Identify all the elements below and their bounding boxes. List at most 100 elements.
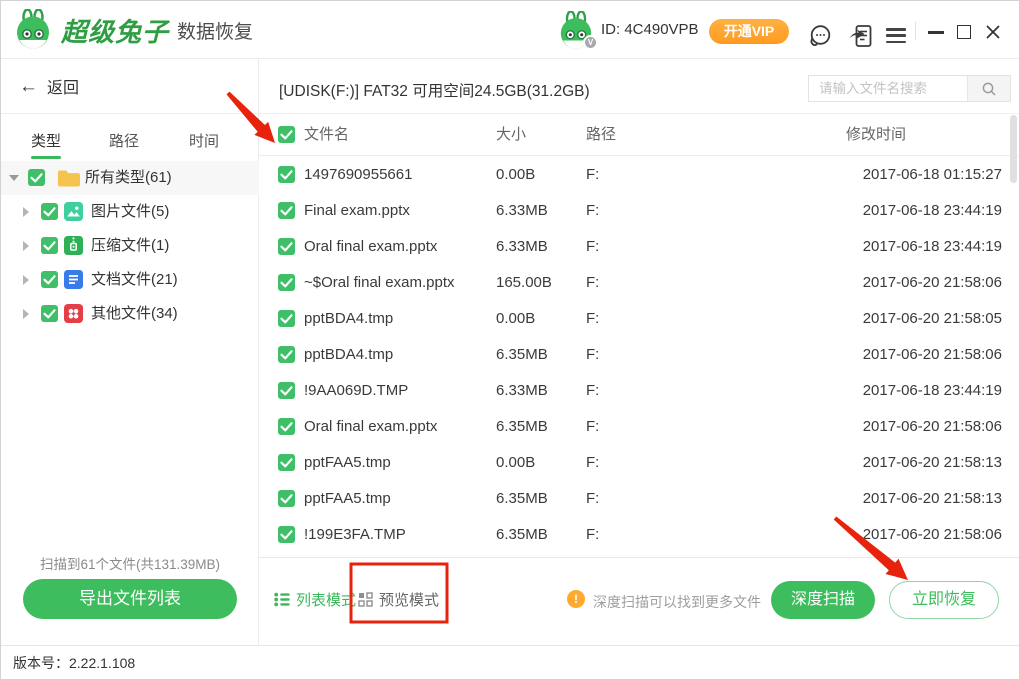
tree-item-document-files[interactable]: 文档文件(21) <box>1 263 259 297</box>
file-mtime-cell: 2017-06-20 21:58:06 <box>863 409 1002 445</box>
table-row[interactable]: !199E3FA.TMP6.35MBF:2017-06-20 21:58:06 <box>259 517 1020 553</box>
row-checkbox[interactable] <box>278 382 295 399</box>
tree-item-other-files[interactable]: 其他文件(34) <box>1 297 259 331</box>
column-header-name: 文件名 <box>304 114 349 156</box>
row-checkbox[interactable] <box>278 346 295 363</box>
file-path-cell: F: <box>586 193 599 229</box>
tab-type[interactable]: 类型 <box>31 130 61 151</box>
file-path-cell: F: <box>586 265 599 301</box>
tree-item-all-types[interactable]: 所有类型(61) <box>1 161 259 195</box>
row-checkbox[interactable] <box>278 238 295 255</box>
caret-right-icon[interactable] <box>23 207 29 217</box>
file-path-cell: F: <box>586 409 599 445</box>
file-size-cell: 6.35MB <box>496 481 548 517</box>
file-name-cell: !9AA069D.TMP <box>304 373 408 409</box>
title-bar: 超级兔子 数据恢复 V ID: 4C490VPB 开通VIP <box>1 1 1019 59</box>
status-bar: 版本号：2.22.1.108 <box>1 645 1020 680</box>
grid-mode-icon <box>358 592 373 607</box>
table-row[interactable]: pptBDA4.tmp0.00BF:2017-06-20 21:58:05 <box>259 301 1020 337</box>
list-mode-toggle[interactable]: 列表模式 <box>274 589 356 610</box>
app-window: 超级兔子 数据恢复 V ID: 4C490VPB 开通VIP <box>0 0 1020 680</box>
deep-scan-button[interactable]: 深度扫描 <box>771 581 875 619</box>
feedback-icon[interactable] <box>848 24 873 53</box>
tab-time[interactable]: 时间 <box>189 130 219 151</box>
file-size-cell: 165.00B <box>496 265 552 301</box>
vip-v-badge: V <box>583 35 598 50</box>
row-checkbox[interactable] <box>278 274 295 291</box>
file-name-cell: ~$Oral final exam.pptx <box>304 265 455 301</box>
search-button[interactable] <box>967 76 1010 101</box>
file-size-cell: 6.35MB <box>496 517 548 553</box>
row-checkbox[interactable] <box>278 310 295 327</box>
hamburger-menu-icon[interactable] <box>886 28 906 47</box>
tree-checkbox[interactable] <box>41 203 58 220</box>
file-path-cell: F: <box>586 445 599 481</box>
table-row[interactable]: pptFAA5.tmp0.00BF:2017-06-20 21:58:13 <box>259 445 1020 481</box>
tree-item-image-files[interactable]: 图片文件(5) <box>1 195 259 229</box>
user-id-label: ID: 4C490VPB <box>601 1 699 59</box>
caret-right-icon[interactable] <box>23 241 29 251</box>
file-name-cell: pptBDA4.tmp <box>304 337 393 373</box>
row-checkbox[interactable] <box>278 454 295 471</box>
back-button[interactable]: ← 返回 <box>1 59 258 114</box>
file-mtime-cell: 2017-06-20 21:58:06 <box>863 517 1002 553</box>
list-mode-icon <box>274 592 290 607</box>
row-checkbox[interactable] <box>278 166 295 183</box>
file-path-cell: F: <box>586 301 599 337</box>
file-mtime-cell: 2017-06-18 23:44:19 <box>863 229 1002 265</box>
row-checkbox[interactable] <box>278 526 295 543</box>
caret-right-icon[interactable] <box>23 309 29 319</box>
tree-checkbox[interactable] <box>41 305 58 322</box>
caret-right-icon[interactable] <box>23 275 29 285</box>
file-mtime-cell: 2017-06-20 21:58:06 <box>863 337 1002 373</box>
tree-checkbox[interactable] <box>28 169 45 186</box>
file-mtime-cell: 2017-06-20 21:58:13 <box>863 481 1002 517</box>
row-checkbox[interactable] <box>278 202 295 219</box>
table-row[interactable]: Final exam.pptx6.33MBF:2017-06-18 23:44:… <box>259 193 1020 229</box>
tab-path[interactable]: 路径 <box>109 130 139 151</box>
minimize-button[interactable] <box>928 31 944 34</box>
file-name-cell: 1497690955661 <box>304 157 412 193</box>
tree-checkbox[interactable] <box>41 271 58 288</box>
file-name-cell: pptFAA5.tmp <box>304 445 391 481</box>
table-row[interactable]: pptFAA5.tmp6.35MBF:2017-06-20 21:58:13 <box>259 481 1020 517</box>
row-checkbox[interactable] <box>278 418 295 435</box>
tree-item-archive-files[interactable]: 压缩文件(1) <box>1 229 259 263</box>
file-mtime-cell: 2017-06-18 01:15:27 <box>863 157 1002 193</box>
action-bar: 列表模式 预览模式 ! 深度扫描可以找到更多文件 深度扫描 立即恢复 <box>259 557 1020 645</box>
caret-down-icon[interactable] <box>9 175 19 181</box>
table-row[interactable]: pptBDA4.tmp6.35MBF:2017-06-20 21:58:06 <box>259 337 1020 373</box>
file-name-cell: pptFAA5.tmp <box>304 481 391 517</box>
file-size-cell: 6.35MB <box>496 409 548 445</box>
table-row[interactable]: !9AA069D.TMP6.33MBF:2017-06-18 23:44:19 <box>259 373 1020 409</box>
file-name-cell: Oral final exam.pptx <box>304 229 437 265</box>
file-path-cell: F: <box>586 517 599 553</box>
scrollbar-thumb[interactable] <box>1010 115 1017 183</box>
customer-service-icon[interactable] <box>807 23 833 54</box>
search-input[interactable] <box>809 76 967 101</box>
open-vip-button[interactable]: 开通VIP <box>709 19 789 44</box>
select-all-checkbox[interactable] <box>278 126 295 143</box>
table-row[interactable]: ~$Oral final exam.pptx165.00BF:2017-06-2… <box>259 265 1020 301</box>
file-size-cell: 0.00B <box>496 301 535 337</box>
tree-checkbox[interactable] <box>41 237 58 254</box>
table-row[interactable]: 14976909556610.00BF:2017-06-18 01:15:27 <box>259 157 1020 193</box>
export-file-list-button[interactable]: 导出文件列表 <box>23 579 237 619</box>
maximize-button[interactable] <box>957 25 971 39</box>
file-mtime-cell: 2017-06-18 23:44:19 <box>863 193 1002 229</box>
sidebar-tabs: 类型 路径 时间 <box>1 114 258 161</box>
file-size-cell: 6.33MB <box>496 373 548 409</box>
file-name-cell: pptBDA4.tmp <box>304 301 393 337</box>
table-row[interactable]: Oral final exam.pptx 6.35MB F: 2017-06-20 2… <box>259 409 1020 445</box>
user-avatar[interactable]: V <box>557 11 595 49</box>
preview-mode-toggle[interactable]: 预览模式 <box>358 589 439 610</box>
file-name-cell: Oral final exam.pptx <box>304 409 437 445</box>
row-checkbox[interactable] <box>278 490 295 507</box>
file-size-cell: 0.00B <box>496 445 535 481</box>
file-table-body: 14976909556610.00BF:2017-06-18 01:15:27F… <box>259 157 1020 557</box>
close-button[interactable] <box>985 24 1001 40</box>
folder-icon <box>57 169 81 193</box>
recover-now-button[interactable]: 立即恢复 <box>889 581 999 619</box>
table-row[interactable]: Oral final exam.pptx6.33MBF:2017-06-18 2… <box>259 229 1020 265</box>
file-path-cell: F: <box>586 337 599 373</box>
